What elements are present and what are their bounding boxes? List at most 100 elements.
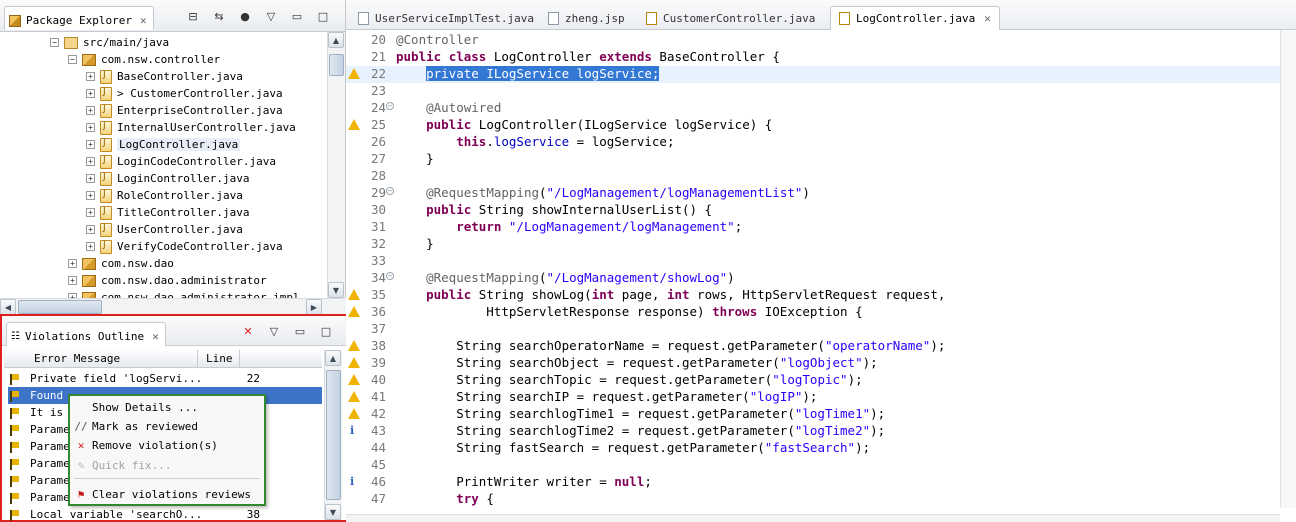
scroll-right-icon[interactable]: ▶ — [306, 299, 322, 315]
warning-icon[interactable] — [348, 408, 360, 419]
violations-scroll-thumb[interactable] — [326, 370, 341, 500]
maximize-icon[interactable]: □ — [318, 324, 334, 338]
expand-icon[interactable]: + — [86, 208, 95, 217]
scroll-up-icon[interactable]: ▲ — [325, 350, 341, 366]
tree-item[interactable]: + LoginCodeController.java — [86, 153, 276, 170]
tree-item[interactable]: + BaseController.java — [86, 68, 243, 85]
tree-item[interactable]: + InternalUserController.java — [86, 119, 296, 136]
code-line[interactable]: 30 public String showInternalUserList() … — [346, 202, 1280, 219]
tree-item[interactable]: + LogController.java — [86, 136, 241, 153]
expand-icon[interactable]: + — [86, 174, 95, 183]
expand-icon[interactable]: + — [86, 242, 95, 251]
code-line[interactable]: 39 String searchObject = request.getPara… — [346, 355, 1280, 372]
remove-all-violations-icon[interactable]: ✕ — [240, 324, 256, 338]
warning-icon[interactable] — [348, 340, 360, 351]
minimize-icon[interactable]: ▭ — [292, 324, 308, 338]
scroll-down-icon[interactable]: ▼ — [325, 504, 341, 520]
code-line[interactable]: 20 @Controller — [346, 32, 1280, 49]
code-line[interactable]: 21 public class LogController extends Bas… — [346, 49, 1280, 66]
code-line[interactable]: 28 — [346, 168, 1280, 185]
fold-toggle-icon[interactable]: − — [386, 187, 394, 195]
violations-tab[interactable]: ☷ Violations Outline ✕ — [6, 322, 166, 346]
info-icon[interactable]: i — [350, 475, 354, 488]
warning-icon[interactable] — [348, 68, 360, 79]
tree-item[interactable]: + VerifyCodeController.java — [86, 238, 283, 255]
maximize-icon[interactable]: □ — [315, 9, 331, 23]
tree-item[interactable]: + TitleController.java — [86, 204, 249, 221]
code-line[interactable]: 32 } — [346, 236, 1280, 253]
code-line[interactable]: 23 — [346, 83, 1280, 100]
tree-vertical-scrollbar[interactable]: ▲ ▼ — [327, 32, 345, 298]
tree-item[interactable]: + RoleController.java — [86, 187, 243, 204]
warning-icon[interactable] — [348, 374, 360, 385]
minimize-icon[interactable]: ▭ — [289, 9, 305, 23]
tree-hscroll-thumb[interactable] — [18, 300, 102, 314]
view-menu-icon[interactable]: ▽ — [263, 9, 279, 23]
column-error-message[interactable]: Error Message — [4, 350, 198, 367]
expand-icon[interactable]: + — [86, 106, 95, 115]
code-line[interactable]: 45 — [346, 457, 1280, 474]
tree-scroll-thumb[interactable] — [329, 54, 344, 76]
tree-item[interactable]: + EnterpriseController.java — [86, 102, 283, 119]
code-line[interactable]: 25 public LogController(ILogService logS… — [346, 117, 1280, 134]
code-line[interactable]: 33 — [346, 253, 1280, 270]
tree-item[interactable]: + com.nsw.dao.administrator — [68, 272, 267, 289]
fold-toggle-icon[interactable]: − — [386, 102, 394, 110]
code-line[interactable]: 37 — [346, 321, 1280, 338]
expand-icon[interactable]: + — [86, 140, 95, 149]
tree-horizontal-scrollbar[interactable]: ◀ ▶ — [0, 298, 346, 315]
editor-tab-customercontroller[interactable]: CustomerController.java — [638, 6, 823, 30]
tree-item[interactable]: + LoginController.java — [86, 170, 249, 187]
code-line[interactable]: 31 return "/LogManagement/logManagement"… — [346, 219, 1280, 236]
expand-icon[interactable]: + — [68, 259, 77, 268]
filter-icon[interactable]: ● — [237, 9, 253, 23]
editor-tab-logcontroller[interactable]: LogController.java ✕ — [830, 6, 1000, 30]
code-line[interactable]: 36 HttpServletResponse response) throws … — [346, 304, 1280, 321]
editor-horizontal-scrollbar[interactable] — [346, 514, 1280, 522]
view-menu-icon[interactable]: ▽ — [266, 324, 282, 338]
menu-item-clear-reviews[interactable]: ⚑ Clear violations reviews — [74, 485, 251, 503]
code-line[interactable]: 40 String searchTopic = request.getParam… — [346, 372, 1280, 389]
editor-tab-zheng-jsp[interactable]: zheng.jsp — [540, 6, 633, 30]
tree-item[interactable]: + com.nsw.dao — [68, 255, 174, 272]
scroll-down-icon[interactable]: ▼ — [328, 282, 344, 298]
info-icon[interactable]: i — [350, 424, 354, 437]
tree-item[interactable]: + com.nsw.dao.administrator.impl — [68, 289, 300, 298]
warning-icon[interactable] — [348, 119, 360, 130]
scroll-up-icon[interactable]: ▲ — [328, 32, 344, 48]
expand-icon[interactable]: + — [86, 89, 95, 98]
code-line[interactable]: 42 String searchlogTime1 = request.getPa… — [346, 406, 1280, 423]
close-icon[interactable]: ✕ — [140, 14, 147, 27]
column-line[interactable]: Line — [198, 350, 240, 367]
editor-tab-userserviceimpltest[interactable]: UserServiceImplTest.java — [350, 6, 542, 30]
expand-icon[interactable]: + — [86, 191, 95, 200]
fold-toggle-icon[interactable]: − — [386, 272, 394, 280]
warning-icon[interactable] — [348, 289, 360, 300]
close-icon[interactable]: ✕ — [152, 330, 159, 343]
warning-icon[interactable] — [348, 357, 360, 368]
link-with-editor-icon[interactable]: ⇆ — [211, 9, 227, 23]
violation-row[interactable]: Private field 'logServi... 22 — [8, 370, 322, 387]
menu-item-mark-reviewed[interactable]: // Mark as reviewed — [74, 417, 198, 435]
code-area[interactable]: 20 @Controller 21 public class LogControlle… — [346, 32, 1296, 512]
expand-icon[interactable]: + — [86, 225, 95, 234]
expand-icon[interactable]: + — [86, 123, 95, 132]
code-line[interactable]: 44 String fastSearch = request.getParame… — [346, 440, 1280, 457]
scroll-left-icon[interactable]: ◀ — [0, 299, 16, 315]
violations-vertical-scrollbar[interactable]: ▲ ▼ — [324, 350, 342, 520]
code-line[interactable]: 34− @RequestMapping("/LogManagement/show… — [346, 270, 1280, 287]
code-line[interactable]: 27 } — [346, 151, 1280, 168]
code-line[interactable]: i 46 PrintWriter writer = null; — [346, 474, 1280, 491]
tree-item[interactable]: − com.nsw.controller — [68, 51, 220, 68]
code-line[interactable]: 41 String searchIP = request.getParamete… — [346, 389, 1280, 406]
expand-icon[interactable]: + — [86, 157, 95, 166]
violation-row[interactable]: Local variable 'searchO... 38 — [8, 506, 322, 522]
menu-item-remove-violations[interactable]: ✕ Remove violation(s) — [74, 436, 218, 454]
tree-item[interactable]: + UserController.java — [86, 221, 243, 238]
collapse-icon[interactable]: − — [68, 55, 77, 64]
code-line[interactable]: 26 this.logService = logService; — [346, 134, 1280, 151]
menu-item-show-details[interactable]: Show Details ... — [74, 398, 198, 416]
code-line[interactable]: 38 String searchOperatorName = request.g… — [346, 338, 1280, 355]
tree-item[interactable]: − src/main/java — [50, 34, 169, 51]
code-line[interactable]: 47 try { — [346, 491, 1280, 508]
